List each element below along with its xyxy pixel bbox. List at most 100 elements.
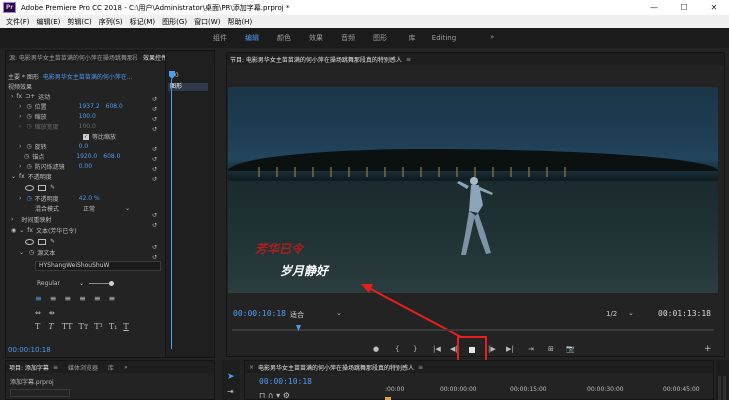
font-size-slider[interactable] [89, 283, 112, 284]
expand-arrow-icon[interactable]: ⌄ [11, 173, 16, 180]
menu-sequence[interactable]: 序列(S) [99, 17, 123, 27]
justify-left-icon[interactable]: ≡ [79, 294, 86, 303]
program-monitor-tab[interactable]: 节目: 电影男华女主苗苗满的何小萍在操场跳舞那段真的特别感人 [230, 55, 402, 64]
kerning-icon[interactable]: ⇹ [49, 309, 55, 317]
stopwatch-icon[interactable]: ◷ [26, 113, 31, 120]
italic-icon[interactable]: T [48, 322, 53, 331]
go-to-in-icon[interactable]: |◀ [433, 345, 441, 353]
expand-arrow-icon[interactable]: › [11, 216, 13, 223]
selection-tool-icon[interactable]: ➤ [227, 372, 235, 382]
reset-icon[interactable]: ↺ [152, 106, 157, 113]
underline-icon[interactable]: T [123, 322, 128, 331]
stopwatch-icon[interactable]: ◷ [29, 249, 34, 256]
position-x-value[interactable]: 1937.2 [79, 103, 100, 110]
keyframe-clip-bar[interactable]: 图形 [168, 83, 208, 91]
add-marker-icon[interactable]: ● [373, 345, 379, 353]
justify-center-icon[interactable]: ≡ [94, 294, 101, 303]
workspace-tab-effects[interactable]: 效果 [300, 33, 332, 43]
go-to-out-icon[interactable]: ▶| [506, 345, 514, 353]
antiflicker-value[interactable]: 0.00 [79, 163, 92, 170]
chevron-down-icon[interactable]: ⌄ [79, 280, 84, 287]
align-left-icon[interactable]: ≡ [35, 294, 42, 303]
bold-icon[interactable]: T [35, 322, 40, 331]
resolution-select[interactable]: 1/2 [606, 310, 617, 318]
workspace-more-icon[interactable]: » [490, 33, 494, 41]
expand-arrow-icon[interactable]: › [19, 195, 21, 202]
all-caps-icon[interactable]: TT [62, 322, 73, 331]
motion-transform-icon[interactable]: ⊐+ [25, 93, 35, 100]
scale-value[interactable]: 100.0 [79, 113, 96, 120]
mark-out-icon[interactable]: } [413, 345, 417, 353]
subscript-icon[interactable]: T₁ [109, 322, 118, 331]
reset-icon[interactable]: ↺ [152, 166, 157, 173]
step-forward-icon[interactable]: |▶ [488, 345, 496, 353]
keyframe-area[interactable]: :00 图形 [165, 52, 213, 357]
workspace-tab-audio[interactable]: 音频 [332, 33, 364, 43]
pen-mask-icon[interactable]: ✎ [50, 184, 55, 191]
reset-icon[interactable]: ↺ [152, 116, 157, 123]
timeline-timecode[interactable]: 00:00:10:18 [259, 377, 312, 386]
maximize-button[interactable]: ☐ [669, 0, 699, 15]
library-tab[interactable]: 库 [108, 363, 114, 372]
workspace-tab-libraries[interactable]: 库 [396, 33, 428, 43]
stopwatch-icon[interactable]: ◷ [24, 153, 29, 160]
align-center-icon[interactable]: ≡ [50, 294, 57, 303]
justify-right-icon[interactable]: ≡ [109, 294, 116, 303]
export-frame-icon[interactable]: 📷 [566, 345, 575, 353]
reset-icon[interactable]: ↺ [152, 244, 157, 251]
insert-icon[interactable]: ⇥ [528, 345, 534, 353]
expand-arrow-icon[interactable]: › [19, 143, 21, 150]
rectangle-mask-icon[interactable] [38, 238, 46, 245]
expand-arrow-icon[interactable]: › [19, 113, 21, 120]
timeline-snap-icons[interactable]: ⊓ ∩ ▾ ⚙ [259, 391, 290, 400]
blend-mode-select[interactable]: 正常 [83, 204, 95, 213]
stopwatch-icon[interactable]: ◷ [26, 143, 31, 150]
track-select-tool-icon[interactable]: ⇥ [227, 387, 234, 396]
ellipse-mask-icon[interactable] [25, 184, 34, 191]
reset-icon[interactable]: ↺ [152, 156, 157, 163]
stopwatch-icon[interactable]: ◷ [26, 123, 31, 130]
close-icon[interactable]: × [249, 364, 254, 371]
menu-graphics[interactable]: 图形(G) [162, 17, 187, 27]
fx-icon[interactable]: fx [27, 227, 33, 234]
current-time-display[interactable]: 00:00:10:18 [233, 309, 286, 318]
menu-help[interactable]: 帮助(H) [227, 17, 252, 27]
media-browser-tab[interactable]: 媒体浏览器 [68, 363, 98, 372]
workspace-tab-color[interactable]: 颜色 [268, 33, 300, 43]
reset-icon[interactable]: ↺ [152, 146, 157, 153]
menu-file[interactable]: 文件(F) [6, 17, 30, 27]
menu-marker[interactable]: 标记(M) [130, 17, 156, 27]
reset-icon[interactable]: ↺ [152, 254, 157, 261]
workspace-tab-editing[interactable]: 编辑 [236, 33, 268, 43]
stopwatch-icon[interactable]: ◷ [26, 195, 31, 202]
small-caps-icon[interactable]: Tᴛ [79, 322, 89, 331]
anchor-y-value[interactable]: 608.0 [103, 153, 120, 160]
sequence-tab[interactable]: 电影男华女主苗苗满的何小萍在操场跳舞那段真的特别感人 [258, 363, 414, 372]
stopwatch-icon[interactable]: ◷ [26, 103, 31, 110]
align-right-icon[interactable]: ≡ [64, 294, 71, 303]
project-tab[interactable]: 项目: 添加字幕 [9, 363, 49, 372]
mark-in-icon[interactable]: { [395, 345, 399, 353]
lift-icon[interactable]: ⊞ [548, 345, 554, 353]
panel-menu-icon[interactable]: ≡ [53, 364, 58, 371]
more-panels-icon[interactable]: » [124, 364, 128, 371]
panel-menu-icon[interactable]: ≡ [406, 56, 411, 63]
chevron-down-icon[interactable]: ⌄ [336, 309, 342, 317]
workspace-tab-editing-en[interactable]: Editing [428, 34, 460, 42]
clip-link[interactable]: 电影男华女主苗苗满的何小萍在... [43, 72, 133, 81]
chevron-down-icon[interactable]: ⌄ [628, 309, 634, 317]
workspace-tab-assembly[interactable]: 组件 [204, 33, 236, 43]
fit-zoom-select[interactable]: 适合 [290, 310, 304, 320]
expand-arrow-icon[interactable]: ⌄ [19, 227, 24, 234]
rotation-value[interactable]: 0.0 [79, 143, 89, 150]
reset-icon[interactable]: ↺ [152, 222, 157, 229]
font-style-select[interactable]: Regular [37, 280, 79, 287]
panel-menu-icon[interactable]: ≡ [418, 364, 423, 371]
opacity-value[interactable]: 42.0 [79, 195, 92, 202]
expand-arrow-icon[interactable]: › [19, 163, 21, 170]
fx-icon[interactable]: fx [19, 173, 25, 180]
uniform-scale-checkbox[interactable]: ✓ [83, 133, 89, 140]
fx-icon[interactable]: fx [16, 93, 22, 100]
project-search-input[interactable] [10, 389, 70, 397]
workspace-tab-graphics[interactable]: 图形 [364, 33, 396, 43]
